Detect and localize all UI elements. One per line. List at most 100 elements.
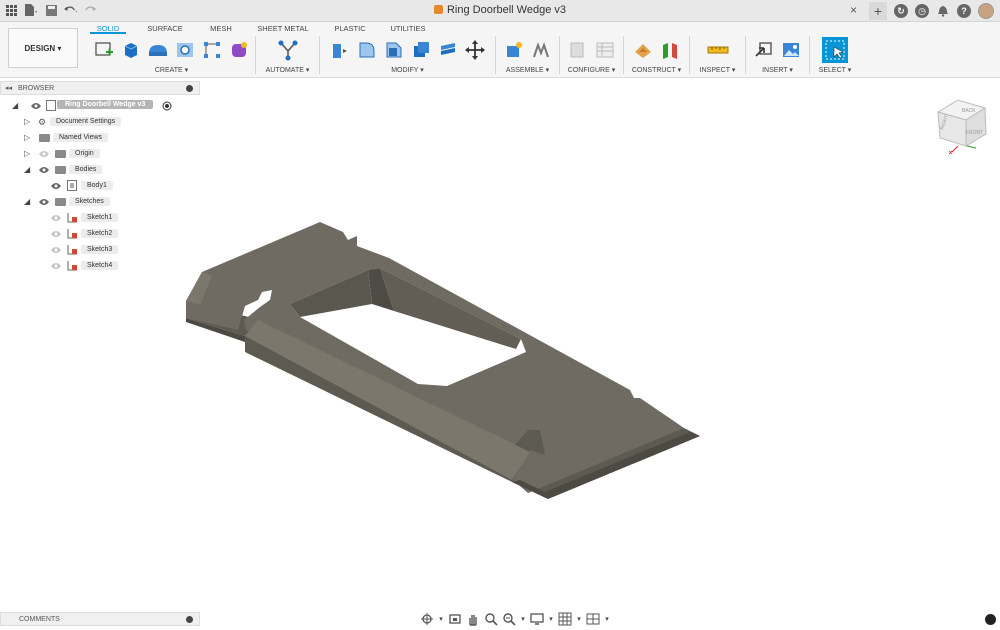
grid-settings-icon[interactable] bbox=[558, 612, 572, 626]
tree-item-body1[interactable]: Body1 bbox=[0, 178, 200, 194]
job-status-icon[interactable]: ◷ bbox=[915, 4, 929, 18]
grid-dropdown-icon[interactable]: ▾ bbox=[576, 612, 582, 626]
tab-utilities[interactable]: UTILITIES bbox=[372, 24, 444, 34]
close-tab-icon[interactable]: × bbox=[850, 3, 857, 17]
pan-hand-icon[interactable] bbox=[466, 612, 480, 626]
hole-icon[interactable] bbox=[174, 39, 196, 61]
form-icon[interactable] bbox=[228, 39, 250, 61]
tab-plastic[interactable]: PLASTIC bbox=[328, 24, 372, 34]
assemble-group: ASSEMBLE ▾ bbox=[496, 36, 560, 74]
browser-collapse-icon[interactable]: ◂◂ bbox=[5, 84, 12, 92]
redo-icon[interactable] bbox=[84, 3, 98, 17]
configure-group-label[interactable]: CONFIGURE ▾ bbox=[568, 66, 615, 74]
workspace-switcher-button[interactable]: DESIGN ▾ bbox=[8, 28, 78, 68]
tab-sheet-metal[interactable]: SHEET METAL bbox=[238, 24, 328, 34]
insert-image-icon[interactable] bbox=[780, 39, 802, 61]
viewports-icon[interactable] bbox=[586, 612, 600, 626]
viewports-dropdown-icon[interactable]: ▾ bbox=[604, 612, 610, 626]
eye-hidden-icon[interactable] bbox=[39, 150, 49, 158]
fit-icon[interactable] bbox=[502, 612, 516, 626]
document-root-icon bbox=[46, 100, 56, 113]
undo-icon[interactable] bbox=[64, 3, 78, 17]
create-group-label[interactable]: CREATE ▾ bbox=[155, 66, 188, 74]
expand-icon[interactable]: ▷ bbox=[24, 117, 32, 127]
eye-icon[interactable] bbox=[39, 166, 49, 174]
construct-group-label[interactable]: CONSTRUCT ▾ bbox=[632, 66, 681, 74]
zoom-icon[interactable] bbox=[484, 612, 498, 626]
orbit-icon[interactable] bbox=[420, 612, 434, 626]
tab-mesh[interactable]: MESH bbox=[204, 24, 238, 34]
split-body-icon[interactable] bbox=[437, 39, 459, 61]
tree-item-document-settings[interactable]: ▷ ⚙ Document Settings bbox=[0, 114, 200, 130]
expand-icon[interactable]: ◢ bbox=[24, 165, 32, 175]
comments-add-icon[interactable] bbox=[186, 616, 193, 623]
tree-item-sketches[interactable]: ◢ Sketches bbox=[0, 194, 200, 210]
fillet-icon[interactable] bbox=[356, 39, 378, 61]
tree-item-sketch4[interactable]: Sketch4 bbox=[0, 258, 200, 274]
feedback-icon[interactable] bbox=[985, 614, 996, 625]
tab-surface[interactable]: SURFACE bbox=[126, 24, 204, 34]
move-icon[interactable] bbox=[464, 39, 486, 61]
user-avatar[interactable] bbox=[978, 3, 994, 19]
expand-icon[interactable]: ◢ bbox=[24, 197, 32, 207]
view-cube[interactable]: RIGHT BACK FRONT bbox=[936, 99, 987, 155]
orbit-dropdown-icon[interactable]: ▾ bbox=[438, 612, 444, 626]
modify-group-label[interactable]: MODIFY ▾ bbox=[391, 66, 424, 74]
tab-solid[interactable]: SOLID bbox=[90, 24, 126, 34]
expand-icon[interactable]: ▷ bbox=[24, 149, 32, 159]
file-menu-icon[interactable] bbox=[24, 3, 38, 17]
tree-item-named-views[interactable]: ▷ Named Views bbox=[0, 130, 200, 146]
extensions-icon[interactable]: ↻ bbox=[894, 4, 908, 18]
offset-plane-icon[interactable] bbox=[632, 39, 654, 61]
eye-icon[interactable] bbox=[31, 102, 41, 110]
new-tab-button[interactable]: + bbox=[869, 2, 887, 20]
automate-group-label[interactable]: AUTOMATE ▾ bbox=[266, 66, 310, 74]
tree-item-origin[interactable]: ▷ Origin bbox=[0, 146, 200, 162]
fit-dropdown-icon[interactable]: ▾ bbox=[520, 612, 526, 626]
eye-hidden-icon[interactable] bbox=[51, 230, 61, 238]
tree-item-sketch1[interactable]: Sketch1 bbox=[0, 210, 200, 226]
config-table-icon[interactable] bbox=[594, 39, 616, 61]
chamfer-icon[interactable] bbox=[383, 39, 405, 61]
inspect-group-label[interactable]: INSPECT ▾ bbox=[700, 66, 736, 74]
select-group-label[interactable]: SELECT ▾ bbox=[819, 66, 852, 74]
new-component-icon[interactable] bbox=[503, 39, 525, 61]
assemble-group-label[interactable]: ASSEMBLE ▾ bbox=[506, 66, 549, 74]
expand-icon[interactable]: ▷ bbox=[24, 133, 32, 143]
insert-group-label[interactable]: INSERT ▾ bbox=[762, 66, 793, 74]
comments-panel[interactable]: COMMENTS bbox=[0, 612, 200, 626]
eye-icon[interactable] bbox=[51, 182, 61, 190]
notifications-bell-icon[interactable] bbox=[936, 4, 950, 18]
eye-icon[interactable] bbox=[39, 198, 49, 206]
tree-item-sketch2[interactable]: Sketch2 bbox=[0, 226, 200, 242]
joint-icon[interactable] bbox=[530, 39, 552, 61]
configure-icon[interactable] bbox=[567, 39, 589, 61]
automate-icon[interactable] bbox=[277, 39, 299, 61]
tree-item-bodies[interactable]: ◢ Bodies bbox=[0, 162, 200, 178]
eye-hidden-icon[interactable] bbox=[51, 246, 61, 254]
browser-options-icon[interactable] bbox=[186, 85, 193, 92]
tree-item-sketch3[interactable]: Sketch3 bbox=[0, 242, 200, 258]
expand-root-icon[interactable]: ◢ bbox=[12, 101, 20, 111]
help-icon[interactable]: ? bbox=[957, 4, 971, 18]
activate-radio-icon[interactable] bbox=[162, 101, 172, 113]
tree-item-label: Body1 bbox=[81, 181, 113, 190]
midplane-icon[interactable] bbox=[659, 39, 681, 61]
insert-derive-icon[interactable] bbox=[753, 39, 775, 61]
tree-root[interactable]: ◢ Ring Doorbell Wedge v3 bbox=[0, 98, 200, 114]
press-pull-icon[interactable] bbox=[329, 39, 351, 61]
save-icon[interactable] bbox=[44, 3, 58, 17]
app-grid-icon[interactable] bbox=[4, 3, 18, 17]
pattern-icon[interactable] bbox=[201, 39, 223, 61]
create-sketch-icon[interactable] bbox=[93, 39, 115, 61]
eye-hidden-icon[interactable] bbox=[51, 262, 61, 270]
select-icon[interactable] bbox=[822, 37, 848, 63]
extrude-box-icon[interactable] bbox=[120, 39, 142, 61]
display-dropdown-icon[interactable]: ▾ bbox=[548, 612, 554, 626]
look-at-icon[interactable] bbox=[448, 612, 462, 626]
eye-hidden-icon[interactable] bbox=[51, 214, 61, 222]
measure-icon[interactable] bbox=[707, 39, 729, 61]
shell-icon[interactable] bbox=[410, 39, 432, 61]
display-settings-icon[interactable] bbox=[530, 612, 544, 626]
revolve-icon[interactable] bbox=[147, 39, 169, 61]
